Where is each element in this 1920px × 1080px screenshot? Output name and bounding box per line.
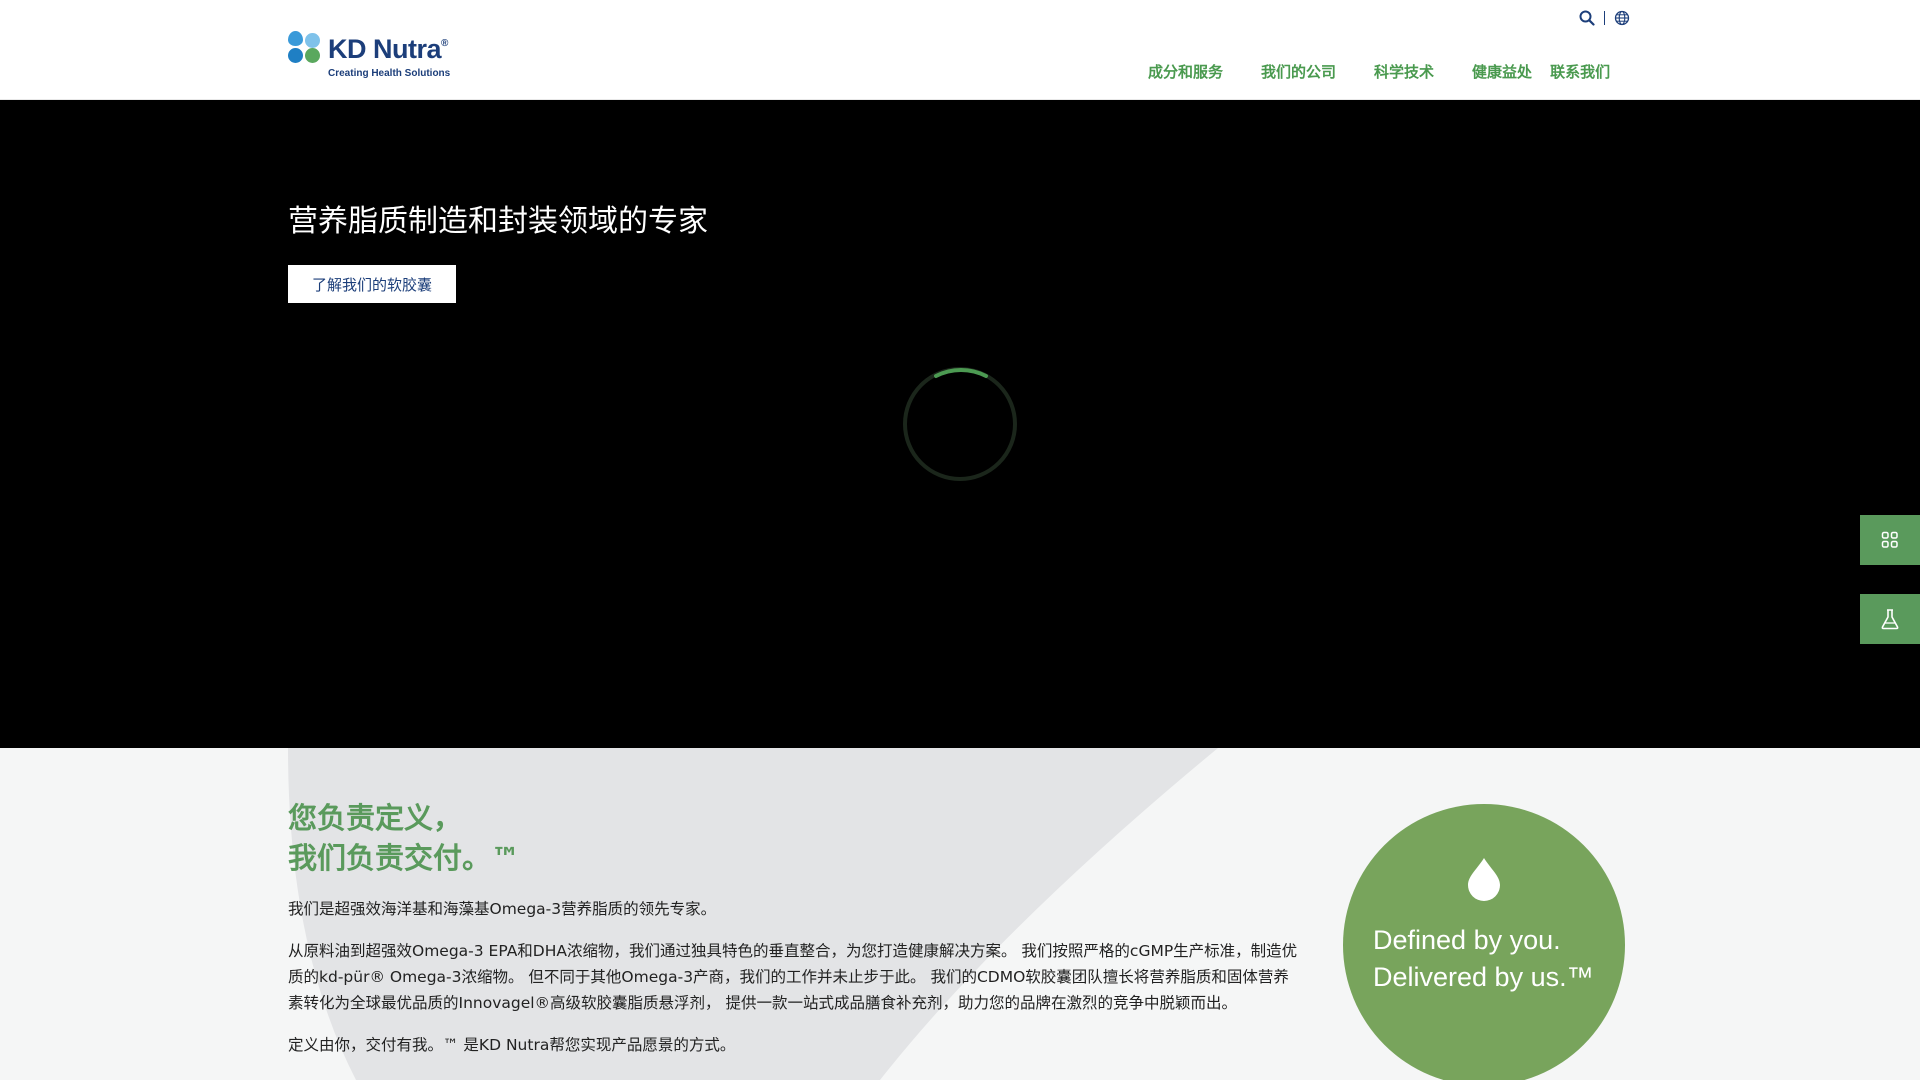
main-nav: 成分和服务 我们的公司 科学技术 健康益处 联系我们: [1148, 60, 1610, 82]
utility-divider: [1604, 11, 1605, 25]
utility-bar: [1578, 8, 1631, 28]
tagline-badge: Defined by you. Delivered by us.™: [1343, 804, 1625, 1080]
badge-line2: Delivered by us.™: [1373, 962, 1594, 992]
intro-paragraph-1: 我们是超强效海洋基和海藻基Omega-3营养脂质的领先专家。: [288, 900, 717, 918]
nav-item-ingredients-services[interactable]: 成分和服务: [1148, 61, 1223, 82]
logo-tagline: Creating Health Solutions: [328, 68, 451, 79]
kd-nutra-logo[interactable]: KD Nutra® Creating Health Solutions: [288, 30, 468, 82]
site-header: KD Nutra® Creating Health Solutions 成分和服…: [0, 0, 1920, 100]
nav-item-science-technology[interactable]: 科学技术: [1374, 61, 1434, 82]
intro-paragraph-2: 从原料油到超强效Omega-3 EPA和DHA浓缩物，我们通过独具特色的垂直整合…: [288, 942, 1298, 1012]
intro-paragraph-3: 定义由你，交付有我。™ 是KD Nutra帮您实现产品愿景的方式。: [288, 1036, 736, 1054]
nav-item-contact-us[interactable]: 联系我们: [1550, 61, 1610, 82]
badge-line1: Defined by you.: [1373, 925, 1561, 955]
intro-heading-line2: 我们负责交付。™: [288, 841, 521, 875]
logo-dots-icon: [288, 30, 322, 64]
flask-icon[interactable]: [1860, 594, 1920, 644]
badge-text: Defined by you. Delivered by us.™: [1373, 922, 1613, 996]
nav-item-health-benefits[interactable]: 健康益处: [1472, 61, 1532, 82]
spinner-icon: [902, 366, 1018, 482]
intro-body: 我们是超强效海洋基和海藻基Omega-3营养脂质的领先专家。 从原料油到超强效O…: [288, 896, 1298, 1074]
intro-section: 您负责定义， 我们负责交付。™ 我们是超强效海洋基和海藻基Omega-3营养脂质…: [0, 748, 1920, 1080]
hero-title: 营养脂质制造和封装领域的专家: [288, 204, 708, 239]
search-icon[interactable]: [1578, 9, 1596, 27]
logo-brand: KD Nutra®: [328, 34, 448, 64]
grid-icon[interactable]: [1860, 515, 1920, 565]
drop-icon: [1468, 858, 1500, 901]
globe-icon[interactable]: [1613, 9, 1631, 27]
learn-softgels-button[interactable]: 了解我们的软胶囊: [288, 265, 456, 303]
hero-banner: 营养脂质制造和封装领域的专家 了解我们的软胶囊: [0, 100, 1920, 748]
nav-item-our-company[interactable]: 我们的公司: [1261, 61, 1336, 82]
intro-heading-line1: 您负责定义，: [288, 801, 463, 835]
intro-heading: 您负责定义， 我们负责交付。™: [288, 798, 520, 878]
